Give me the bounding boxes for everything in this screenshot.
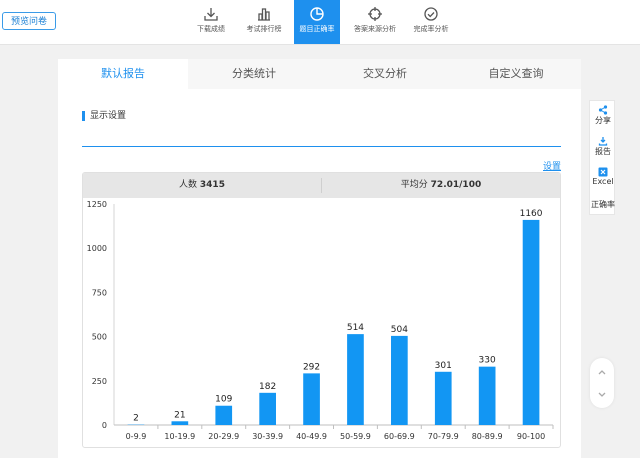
x-tick-label: 60-69.9: [384, 432, 415, 441]
tab-default-report[interactable]: 默认报告: [58, 59, 188, 89]
top-toolbar: 预览问卷 下载成绩 考试排行榜 题目正确率 答案来源分析 完成率分析: [0, 0, 640, 45]
bar-value-label: 1160: [520, 209, 543, 219]
bar: [215, 405, 233, 425]
bar: [522, 219, 540, 425]
pie-chart-icon: [310, 7, 324, 21]
accuracy-button[interactable]: 正确率: [590, 199, 616, 210]
report-panel: 默认报告 分类统计 交叉分析 自定义查询 显示设置 设置 人数 3415 平均分…: [58, 59, 581, 458]
score-distribution-chart: 0 250 500 750 1000 1250 2 0-9.9 21 10-19.9 109 20-2…: [87, 200, 554, 441]
x-tick-label: 0-9.9: [126, 432, 147, 441]
scroll-controls: [590, 358, 614, 408]
settings-link[interactable]: 设置: [543, 159, 561, 172]
x-tick-label: 50-59.9: [340, 432, 371, 441]
excel-button[interactable]: Excel: [590, 167, 616, 186]
nav-completion-analysis[interactable]: 完成率分析: [408, 0, 454, 44]
bar-ranking-icon: [258, 8, 270, 21]
count-value: 3415: [199, 180, 225, 190]
accuracy-label: 正确率: [591, 200, 615, 209]
scroll-down-button[interactable]: [590, 385, 614, 405]
y-tick-label: 500: [92, 333, 107, 342]
check-circle-icon: [424, 7, 438, 21]
y-tick-label: 750: [92, 288, 107, 297]
divider: [82, 146, 561, 147]
count-label: 人数: [179, 180, 198, 190]
bar: [171, 421, 189, 425]
bar: [434, 371, 452, 425]
bar: [478, 366, 496, 425]
y-tick-label: 1000: [87, 244, 107, 253]
nav-label: 考试排行榜: [246, 25, 282, 33]
average-score: 平均分 72.01/100: [322, 173, 560, 198]
download-icon: [204, 8, 218, 21]
x-tick-label: 10-19.9: [164, 432, 195, 441]
bar: [391, 335, 408, 425]
y-tick-label: 0: [102, 421, 107, 430]
y-tick-label: 1250: [87, 200, 107, 209]
nav-question-accuracy[interactable]: 题目正确率: [294, 0, 340, 44]
chart-container: 人数 3415 平均分 72.01/100 0 250 500 750 1000 1250…: [82, 172, 561, 448]
x-tick-label: 70-79.9: [428, 432, 459, 441]
nav-answer-source-analysis[interactable]: 答案来源分析: [352, 0, 398, 44]
tab-category-stats[interactable]: 分类统计: [189, 59, 319, 89]
share-button[interactable]: 分享: [590, 105, 616, 126]
x-tick-label: 90-100: [517, 432, 545, 441]
bar-value-label: 504: [391, 325, 408, 335]
right-toolbar: 分享 报告 Excel 正确率: [589, 100, 615, 215]
bar-value-label: 514: [347, 323, 364, 333]
excel-label: Excel: [592, 177, 614, 186]
average-label: 平均分: [400, 180, 428, 190]
y-tick-label: 250: [92, 377, 107, 386]
average-value: 72.01/100: [430, 180, 482, 190]
x-tick-label: 30-39.9: [252, 432, 283, 441]
bar: [303, 373, 320, 425]
respondent-count: 人数 3415: [83, 173, 321, 198]
nav-label: 完成率分析: [413, 25, 449, 33]
excel-icon: [598, 167, 608, 177]
report-tabs: 默认报告 分类统计 交叉分析 自定义查询: [58, 59, 581, 89]
tab-custom-query[interactable]: 自定义查询: [451, 59, 581, 89]
report-button[interactable]: 报告: [590, 136, 616, 157]
nav-download-scores[interactable]: 下载成绩: [188, 0, 234, 44]
bar-value-label: 301: [435, 361, 452, 371]
nav-exam-ranking[interactable]: 考试排行榜: [241, 0, 287, 44]
download-report-icon: [598, 137, 608, 146]
bar-value-label: 21: [174, 410, 185, 420]
tab-cross-analysis[interactable]: 交叉分析: [320, 59, 450, 89]
bar-value-label: 109: [215, 395, 232, 405]
preview-survey-button[interactable]: 预览问卷: [2, 12, 56, 30]
x-tick-label: 20-29.9: [208, 432, 239, 441]
report-label: 报告: [595, 147, 611, 156]
x-tick-label: 40-49.9: [296, 432, 327, 441]
crosshair-icon: [368, 7, 382, 21]
nav-label: 题目正确率: [299, 25, 335, 33]
section-title: 显示设置: [82, 111, 126, 121]
bar: [347, 334, 364, 425]
nav-label: 答案来源分析: [354, 25, 396, 33]
bar: [259, 392, 276, 425]
nav-label: 下载成绩: [197, 25, 225, 33]
bar-value-label: 2: [133, 414, 139, 424]
x-tick-label: 80-89.9: [472, 432, 503, 441]
share-label: 分享: [595, 116, 611, 125]
stats-bar: 人数 3415 平均分 72.01/100: [83, 173, 560, 198]
chevron-down-icon: [598, 392, 606, 397]
chevron-up-icon: [598, 370, 606, 375]
scroll-up-button[interactable]: [590, 362, 614, 382]
bar-value-label: 182: [259, 382, 276, 392]
bar-value-label: 330: [479, 356, 496, 366]
bar-value-label: 292: [303, 362, 320, 372]
share-icon: [598, 105, 608, 115]
